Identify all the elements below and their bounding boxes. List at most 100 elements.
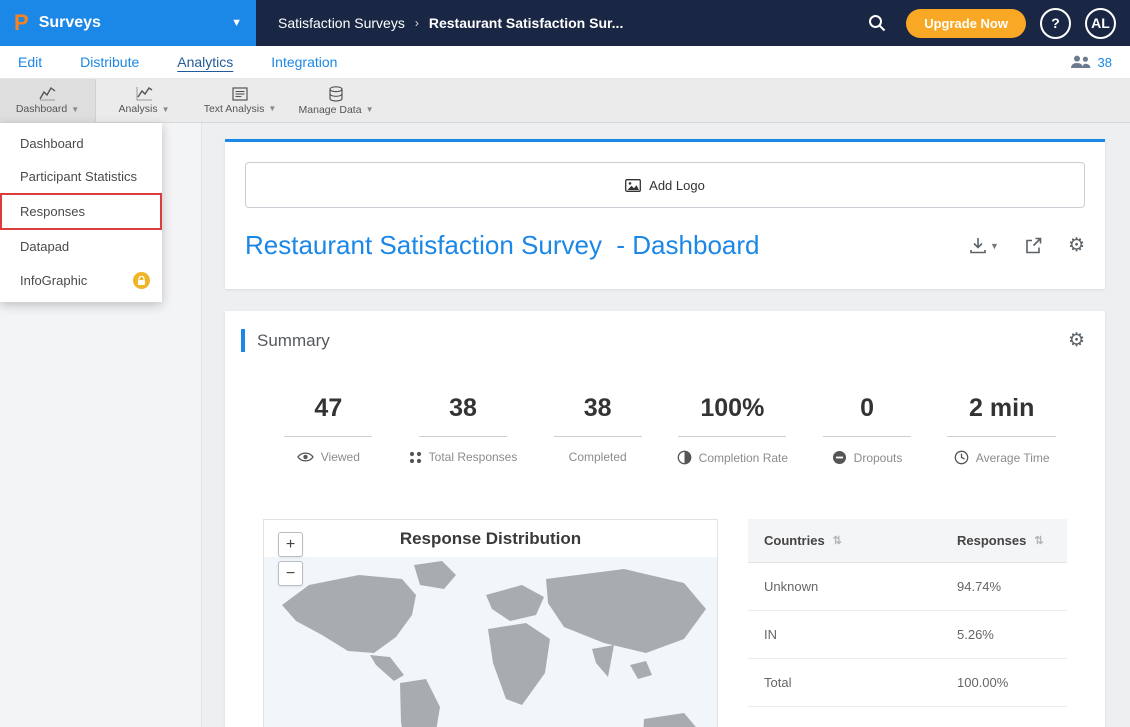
survey-nav: Edit Distribute Analytics Integration 38 (0, 46, 1130, 79)
content-area: Add Logo Restaurant Satisfaction Survey … (0, 123, 1130, 727)
stat-average-time-value: 2 min (947, 394, 1056, 437)
chevron-down-icon: ▼ (366, 105, 374, 114)
toolbar-dashboard[interactable]: Dashboard▼ (0, 79, 96, 122)
stat-dropouts-value: 0 (823, 394, 911, 437)
summary-heading: Summary (257, 331, 330, 351)
image-icon (625, 179, 641, 192)
menu-item-participant-statistics[interactable]: Participant Statistics (0, 160, 162, 193)
avatar[interactable]: AL (1085, 8, 1116, 39)
brand-label: Surveys (39, 14, 101, 32)
nav-distribute[interactable]: Distribute (80, 54, 139, 70)
stat-total-responses-value: 38 (419, 394, 507, 437)
responses-cell: 100.00% (957, 659, 1067, 706)
stat-average-time: 2 min Average Time (934, 394, 1069, 465)
topbar: P Surveys ▼ Satisfaction Surveys › Resta… (0, 0, 1130, 46)
dashboard-chart-icon (39, 86, 56, 101)
upgrade-now-button[interactable]: Upgrade Now (906, 9, 1026, 38)
search-button[interactable] (861, 8, 892, 39)
dots-grid-icon (409, 451, 422, 464)
table-row: Unknown 94.74% (748, 563, 1067, 611)
stat-viewed: 47 Viewed (261, 394, 396, 465)
country-cell: Unknown (748, 563, 957, 610)
stat-dropouts-label: Dropouts (854, 451, 903, 465)
database-icon (328, 86, 344, 102)
menu-item-infographic-label: InfoGraphic (20, 273, 87, 288)
world-map (264, 557, 717, 727)
minus-circle-icon (832, 450, 847, 465)
chevron-down-icon: ▼ (162, 105, 170, 114)
countries-column-header[interactable]: Countries ⇅ (748, 519, 957, 562)
header-card: Add Logo Restaurant Satisfaction Survey … (225, 139, 1105, 289)
toolbar-manage-data-label: Manage Data (299, 104, 362, 116)
chevron-down-icon: ▼ (990, 241, 999, 251)
responses-column-header[interactable]: Responses ⇅ (957, 519, 1067, 562)
sort-icon: ⇅ (833, 534, 842, 547)
share-button[interactable] (1025, 237, 1042, 254)
stat-completed-value: 38 (554, 394, 642, 437)
help-button[interactable]: ? (1040, 8, 1071, 39)
toolbar-manage-data[interactable]: Manage Data ▼ (288, 79, 384, 122)
questionpro-logo: P (14, 10, 29, 36)
toolbar-analysis-label: Analysis (118, 103, 157, 115)
add-logo-button[interactable]: Add Logo (245, 162, 1085, 208)
analysis-chart-icon (136, 86, 153, 101)
countries-table: Countries ⇅ Responses ⇅ Unknown 94.74% (748, 519, 1067, 727)
responses-counter[interactable]: 38 (1071, 55, 1112, 70)
gear-icon: ⚙ (1068, 234, 1085, 257)
stat-average-time-label: Average Time (976, 451, 1050, 465)
summary-stats: 47 Viewed 38 (225, 394, 1105, 465)
country-cell: IN (748, 611, 957, 658)
responses-count-value: 38 (1098, 55, 1112, 70)
premium-lock-badge (133, 272, 150, 289)
stat-total-responses-label: Total Responses (429, 450, 518, 464)
nav-analytics[interactable]: Analytics (177, 54, 233, 70)
map-zoom-out-button[interactable]: − (278, 561, 303, 586)
share-icon (1025, 237, 1042, 254)
section-accent-bar (241, 329, 245, 352)
chevron-down-icon: ▼ (268, 104, 276, 113)
half-circle-icon (677, 450, 692, 465)
menu-item-responses[interactable]: Responses (0, 193, 162, 230)
map-title: Response Distribution (264, 529, 717, 549)
breadcrumb-parent[interactable]: Satisfaction Surveys (278, 15, 405, 31)
topbar-actions: Upgrade Now ? AL (861, 8, 1116, 39)
page-title: Restaurant Satisfaction Survey - Dashboa… (245, 230, 759, 261)
response-distribution-map: + − Response Distribution (263, 519, 718, 727)
country-cell: Total (748, 659, 957, 706)
stat-dropouts: 0 Dropouts (800, 394, 935, 465)
menu-item-datapad[interactable]: Datapad (0, 230, 162, 263)
brand-switcher[interactable]: P Surveys ▼ (0, 0, 256, 46)
breadcrumb: Satisfaction Surveys › Restaurant Satisf… (278, 15, 623, 31)
sort-icon: ⇅ (1034, 534, 1043, 547)
breadcrumb-current: Restaurant Satisfaction Sur... (429, 15, 624, 31)
nav-integration[interactable]: Integration (271, 54, 337, 70)
summary-settings-button[interactable]: ⚙ (1068, 329, 1085, 352)
stat-completed-label: Completed (569, 450, 627, 464)
chevron-down-icon: ▼ (71, 105, 79, 114)
table-row: Total 100.00% (748, 659, 1067, 707)
toolbar-text-analysis[interactable]: Text Analysis▼ (192, 79, 288, 122)
stat-viewed-label: Viewed (321, 450, 360, 464)
dashboard-dropdown-menu: Dashboard Participant Statistics Respons… (0, 123, 162, 302)
toolbar-analysis[interactable]: Analysis ▼ (96, 79, 192, 122)
eye-icon (297, 451, 314, 463)
analytics-toolbar: Dashboard▼ Analysis ▼ Text Analysis▼ Mana… (0, 79, 1130, 123)
menu-item-dashboard[interactable]: Dashboard (0, 127, 162, 160)
menu-item-infographic[interactable]: InfoGraphic (0, 263, 162, 298)
settings-button[interactable]: ⚙ (1068, 234, 1085, 257)
people-icon (1071, 55, 1091, 69)
stat-completion-rate-value: 100% (678, 394, 786, 437)
download-button[interactable]: ▼ (969, 237, 999, 254)
table-row: IN 5.26% (748, 611, 1067, 659)
summary-card: Summary ⚙ 47 Viewed (225, 311, 1105, 727)
stat-completed: 38 Completed (530, 394, 665, 465)
text-analysis-icon (232, 87, 248, 101)
responses-cell: 94.74% (957, 563, 1067, 610)
gear-icon: ⚙ (1068, 329, 1085, 352)
responses-cell: 5.26% (957, 611, 1067, 658)
breadcrumb-separator-icon: › (415, 16, 419, 30)
nav-edit[interactable]: Edit (18, 54, 42, 70)
lock-icon (137, 276, 146, 286)
map-zoom-in-button[interactable]: + (278, 532, 303, 557)
chevron-down-icon: ▼ (231, 17, 242, 29)
